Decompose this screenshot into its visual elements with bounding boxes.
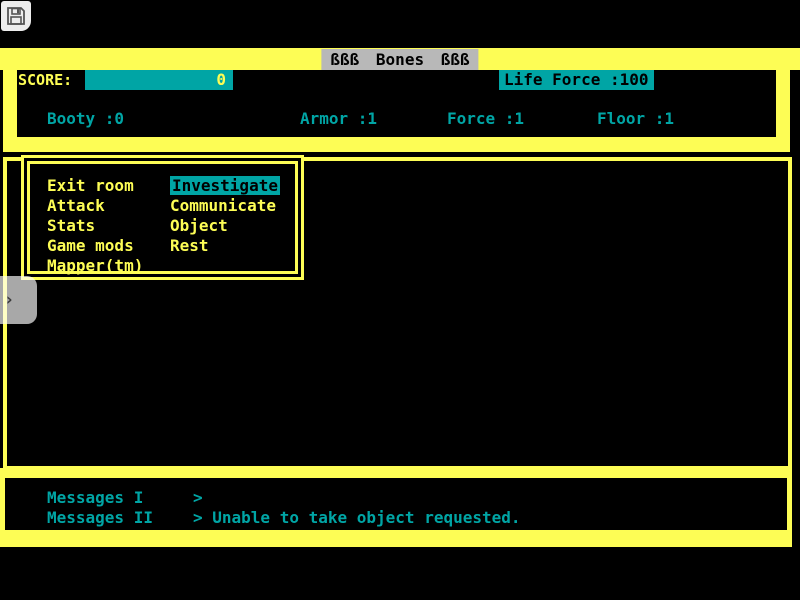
messages-left-border [0,478,5,530]
menu-item-attack[interactable]: Attack [47,196,105,215]
panel-toggle-tab[interactable]: › [0,276,37,324]
messages-1-text: > [193,489,203,507]
menu-item-exit-room[interactable]: Exit room [47,176,134,195]
chevron-right-icon: › [4,290,14,310]
mid-border-band [0,468,792,478]
save-button[interactable] [1,1,31,31]
score-value: 0 [216,70,226,89]
messages-1-label: Messages I [47,489,143,507]
menu-item-object[interactable]: Object [170,216,228,235]
messages-right-border [787,478,792,530]
stat-armor: Armor :1 [300,110,377,128]
score-bar: 0 [85,70,233,90]
stat-floor: Floor :1 [597,110,674,128]
game-screen: › ßßß Bones ßßß SCORE: 0 Life Force :100… [0,0,800,600]
score-label: SCORE: [18,71,72,90]
hud-right-border [776,70,790,137]
menu-item-communicate[interactable]: Communicate [170,196,276,215]
menu-item-stats[interactable]: Stats [47,216,95,235]
life-force-badge: Life Force :100 [499,70,654,90]
stat-force: Force :1 [447,110,524,128]
menu-item-mapper[interactable]: Mapper(tm) [47,256,143,275]
hud-left-border [3,70,17,137]
messages-2-text: > Unable to take object requested. [193,509,521,527]
game-title: ßßß Bones ßßß [321,49,478,70]
command-menu: Exit room Attack Stats Game mods Mapper(… [21,155,304,280]
hud-bottom-border [3,137,790,152]
floppy-disk-icon [6,6,26,26]
command-menu-inner-border: Exit room Attack Stats Game mods Mapper(… [27,161,298,274]
menu-item-game-mods[interactable]: Game mods [47,236,134,255]
messages-2-label: Messages II [47,509,153,527]
bottom-border-band [0,530,792,547]
menu-item-investigate[interactable]: Investigate [170,176,280,195]
stat-booty: Booty :0 [47,110,124,128]
menu-item-rest[interactable]: Rest [170,236,209,255]
